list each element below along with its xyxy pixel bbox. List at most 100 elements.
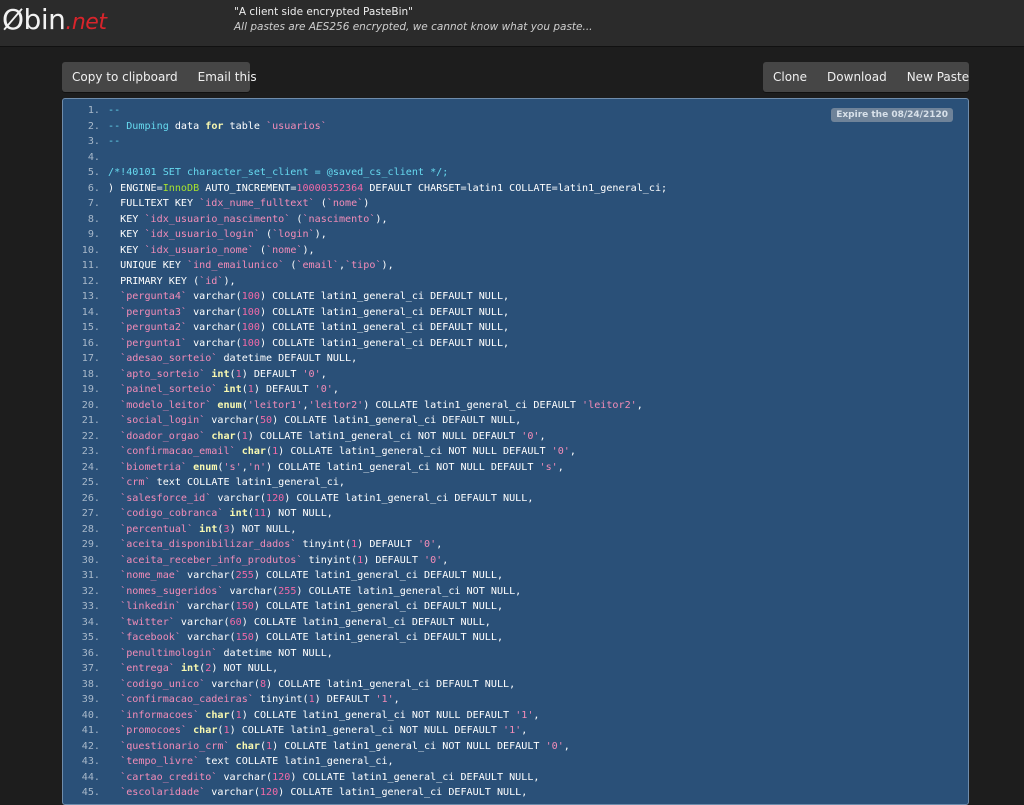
site-logo[interactable]: Øbin.net xyxy=(2,3,107,36)
line-number: 38. xyxy=(81,678,100,690)
code-token: `idx_usuario_nome` xyxy=(144,244,254,256)
code-token: '0' xyxy=(545,740,564,752)
code-token: `painel_sorteio` xyxy=(120,384,218,395)
code-token: varchar( xyxy=(205,678,260,690)
code-line: 11. UNIQUE KEY `ind_emailunico` (`email`… xyxy=(63,258,968,274)
code-line: 1. -- xyxy=(63,103,968,119)
code-token: ( xyxy=(290,213,303,225)
code-token: `cartao_credito` xyxy=(120,771,218,783)
code-token: '0' xyxy=(302,368,321,380)
code-token: varchar( xyxy=(187,306,242,318)
code-line: 33. `linkedin` varchar(150) COLLATE lati… xyxy=(63,599,968,615)
code-token: ) COLLATE latin1_general_ci DEFAULT NULL… xyxy=(266,678,516,690)
code-token: FULLTEXT KEY xyxy=(108,198,200,209)
code-token: `nomes_sugeridos` xyxy=(120,585,224,597)
code-token: ) COLLATE latin1_general_ci NOT NULL, xyxy=(296,585,522,597)
line-number: 8. xyxy=(87,213,100,225)
code-token: ) COLLATE latin1_general_ci DEFAULT NULL… xyxy=(241,616,491,628)
code-token: ) DEFAULT xyxy=(357,539,418,550)
code-token: '0' xyxy=(551,446,570,457)
code-token: varchar( xyxy=(187,337,242,349)
code-token: `salesforce_id` xyxy=(120,492,212,504)
code-token: table xyxy=(223,120,267,132)
code-listing[interactable]: 1. -- 2. -- Dumping data for table `usuario… xyxy=(63,99,968,801)
code-token: int xyxy=(229,508,248,519)
line-number: 18. xyxy=(81,368,100,380)
code-token: KEY xyxy=(108,244,145,256)
code-token: ) COLLATE latin1_general_ci DEFAULT NULL… xyxy=(284,492,534,504)
line-number: 24. xyxy=(81,461,100,473)
code-token: ) COLLATE latin1_general_ci NOT NULL DEF… xyxy=(272,740,546,752)
code-token: ), xyxy=(302,244,315,256)
line-number: 1. xyxy=(87,105,100,116)
email-this-button[interactable]: Email this xyxy=(188,62,267,92)
code-line: 37. `entrega` int(2) NOT NULL, xyxy=(63,661,968,677)
code-token: 50 xyxy=(259,415,273,426)
code-token: ) COLLATE latin1_general_ci DEFAULT NULL… xyxy=(259,322,510,333)
code-token: ), xyxy=(375,213,388,225)
code-line: 4. xyxy=(63,150,968,166)
line-number: 22. xyxy=(81,430,100,442)
code-token: AUTO_INCREMENT= xyxy=(199,182,297,194)
code-token: , xyxy=(557,461,564,473)
code-line: 30. `aceita_receber_info_produtos` tinyi… xyxy=(63,553,968,569)
code-token: '0' xyxy=(417,539,437,550)
code-line: 16. `pergunta1` varchar(100) COLLATE lat… xyxy=(63,336,968,352)
download-button[interactable]: Download xyxy=(817,62,897,92)
code-token: ) COLLATE latin1_general_ci DEFAULT xyxy=(363,399,583,411)
code-token: `aceita_disponibilizar_dados` xyxy=(120,539,297,550)
line-number: 29. xyxy=(81,539,100,550)
code-token: 11 xyxy=(253,508,267,519)
code-token: 120 xyxy=(266,492,285,504)
code-token: -- xyxy=(108,136,121,147)
code-token: , xyxy=(533,709,540,721)
code-line: 35. `facebook` varchar(150) COLLATE lati… xyxy=(63,630,968,646)
code-token: KEY xyxy=(108,229,145,240)
code-token: tinyint( xyxy=(253,694,309,705)
line-number: 11. xyxy=(81,260,100,271)
code-token: `biometria` xyxy=(120,461,188,473)
clone-button[interactable]: Clone xyxy=(763,62,817,92)
code-token: `codigo_unico` xyxy=(120,678,206,690)
code-line: 2. -- Dumping data for table `usuarios` xyxy=(63,119,968,135)
code-token: ) COLLATE latin1_general_ci DEFAULT NULL… xyxy=(259,337,510,349)
line-number: 45. xyxy=(81,787,100,798)
code-token: , xyxy=(320,368,327,380)
code-token: ) COLLATE latin1_general_ci DEFAULT NULL… xyxy=(259,306,510,318)
code-token: ), xyxy=(314,229,327,240)
line-number: 34. xyxy=(81,616,100,628)
code-token: `apto_sorteio` xyxy=(120,368,206,380)
line-number: 12. xyxy=(81,275,100,287)
code-token: `idx_nume_fulltext` xyxy=(199,198,315,209)
line-number: 13. xyxy=(81,291,100,302)
line-number: 28. xyxy=(81,523,100,535)
code-token: `pergunta4` xyxy=(120,291,188,302)
code-token: ( xyxy=(259,229,273,240)
code-token: tinyint( xyxy=(296,539,352,550)
code-token: int xyxy=(180,663,200,674)
code-token: enum xyxy=(217,399,242,411)
new-paste-button[interactable]: New Paste xyxy=(897,62,979,92)
code-token: `informacoes` xyxy=(120,709,200,721)
code-token: '0' xyxy=(521,430,540,442)
code-line: 9. KEY `idx_usuario_login` (`login`), xyxy=(63,227,968,243)
line-number: 43. xyxy=(81,756,100,767)
paste-content[interactable]: Expire the 08/24/2120 1. -- 2. -- Dumping d… xyxy=(62,98,969,805)
paste-actions-toolbar: Clone Download New Paste xyxy=(763,62,969,92)
code-token: 'leitor2' xyxy=(308,399,364,411)
code-token: ) COLLATE latin1_general_ci DEFAULT NULL… xyxy=(253,570,504,581)
code-token: `codigo_cobranca` xyxy=(120,508,224,519)
copy-to-clipboard-button[interactable]: Copy to clipboard xyxy=(62,62,188,92)
